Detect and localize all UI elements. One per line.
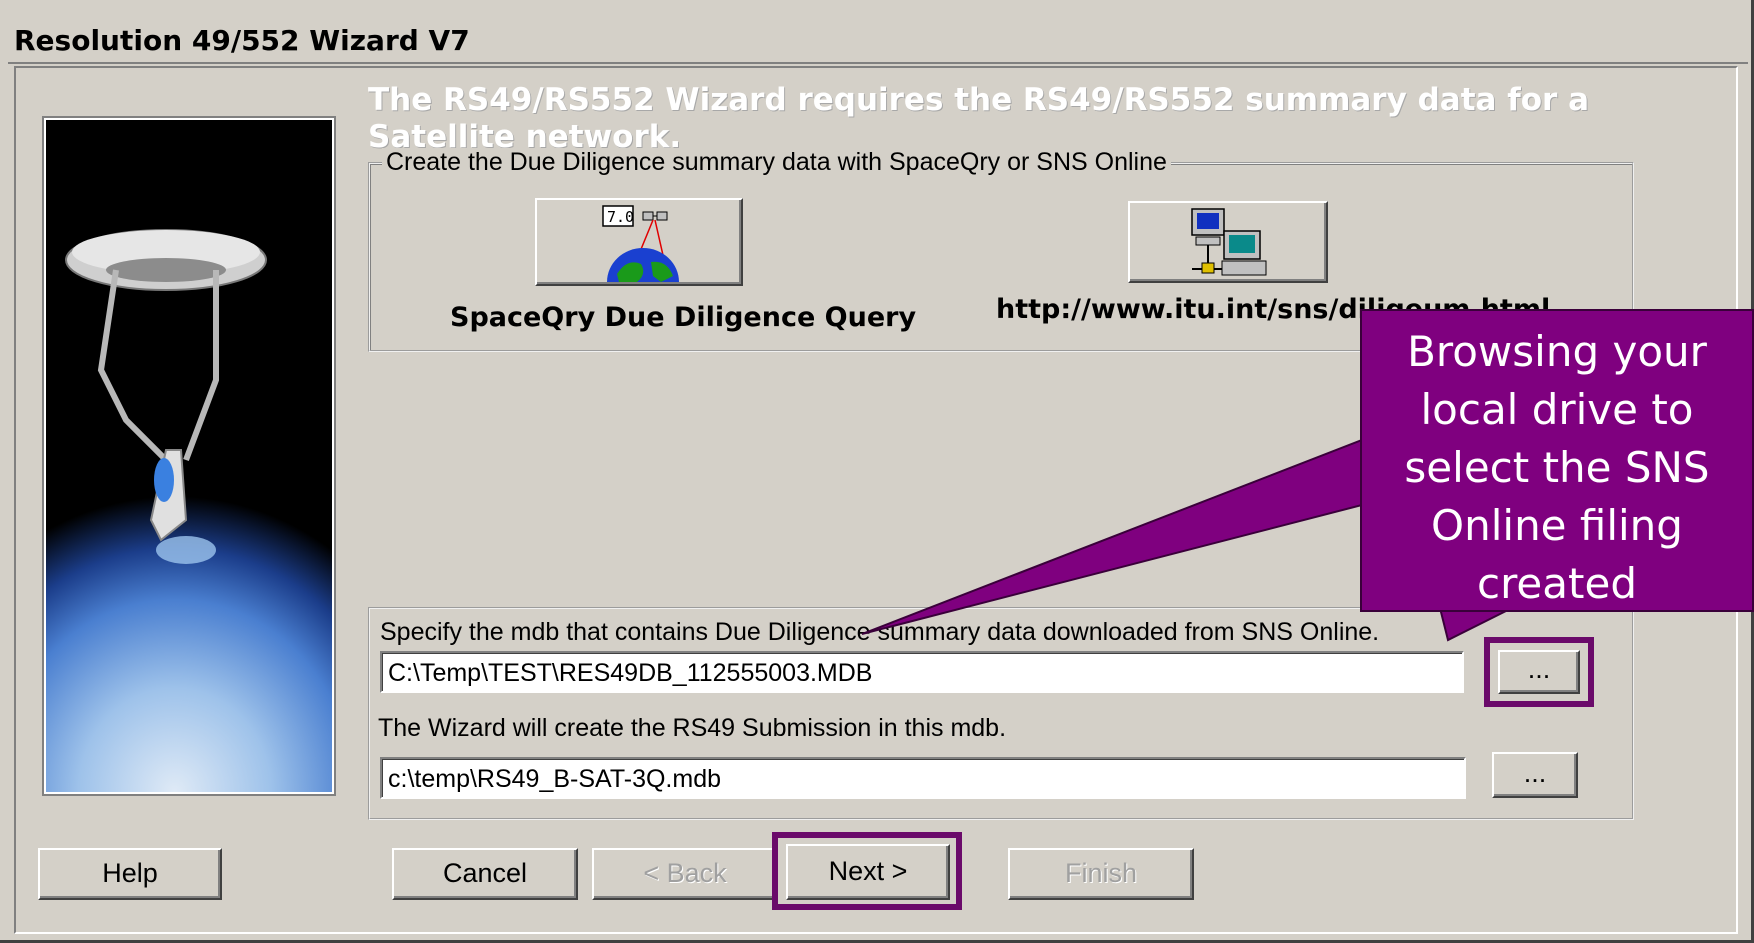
wizard-dialog: Resolution 49/552 Wizard V7 The RS49/RS5… bbox=[0, 0, 1754, 943]
annotation-callout: Browsing your local drive to select the … bbox=[1360, 309, 1754, 612]
callout-text: Browsing your local drive to select the … bbox=[1404, 327, 1710, 608]
